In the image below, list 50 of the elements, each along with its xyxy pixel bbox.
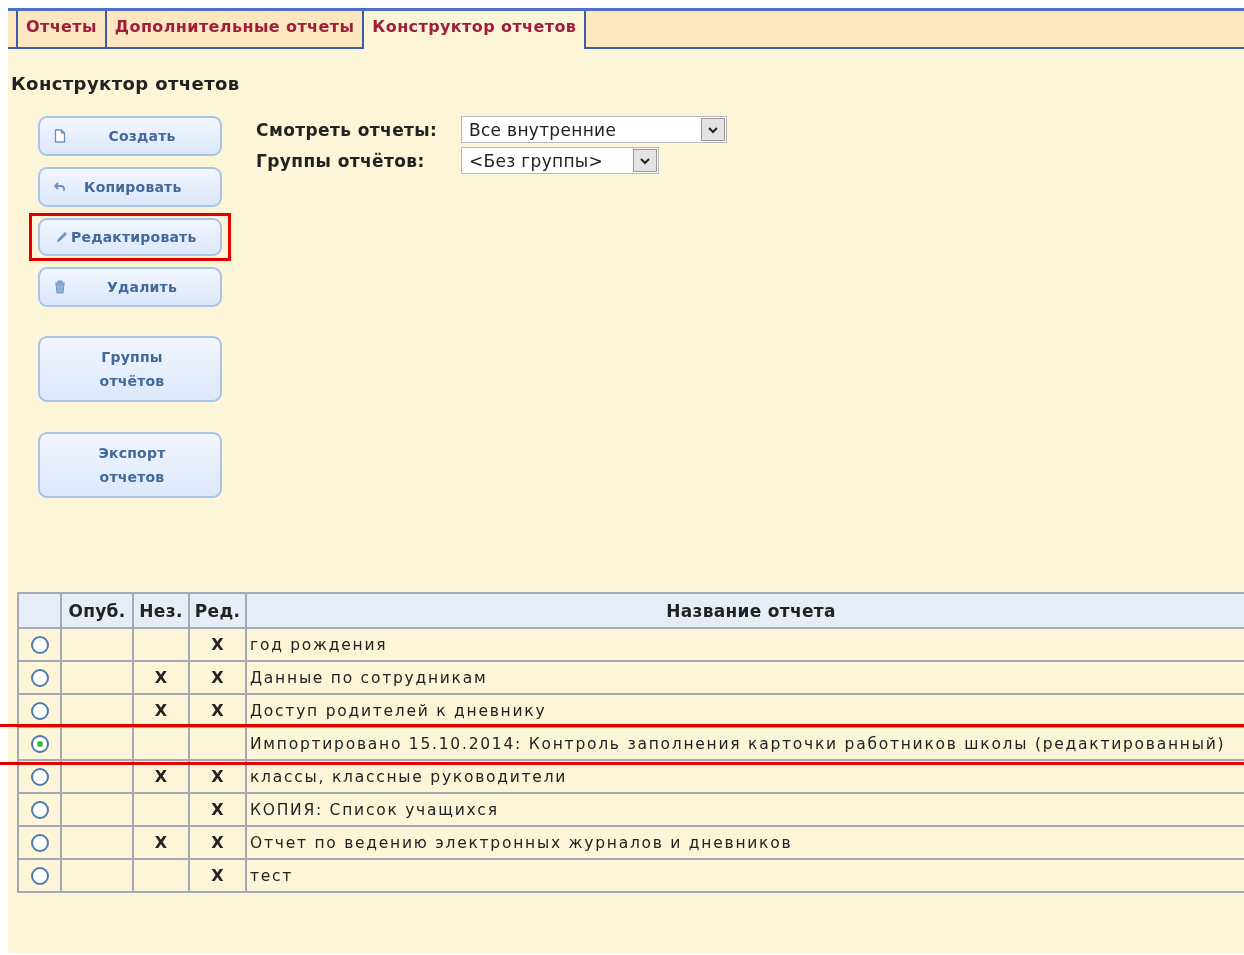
table-cell: X	[154, 833, 168, 852]
table-cell: Отчет по ведению электронных журналов и дневников	[250, 833, 793, 852]
radio-button[interactable]	[31, 701, 49, 720]
undo-icon	[54, 181, 66, 193]
chevron-down-icon	[708, 125, 718, 134]
chevron-down-icon	[640, 156, 650, 165]
toolbar-button[interactable]: Экспорт отчетов	[38, 432, 222, 498]
toolbar-button[interactable]: Создать	[38, 116, 222, 156]
radio-button[interactable]	[31, 800, 49, 819]
column-header: Название отчета	[246, 593, 1244, 628]
filter-label: Смотреть отчеты:	[256, 119, 439, 140]
table-cell: КОПИЯ: Список учащихся	[250, 800, 499, 819]
table-cell: X	[211, 767, 224, 786]
table-cell: Данные по сотрудникам	[250, 668, 488, 687]
column-header: Ред.	[189, 593, 246, 628]
tab[interactable]: Конструктор отчетов	[364, 11, 587, 49]
table-cell: классы, классные руководители	[250, 767, 568, 786]
pencil-icon	[56, 231, 68, 243]
toolbar-button[interactable]: Удалить	[38, 267, 222, 307]
radio-button[interactable]	[31, 833, 49, 852]
table-cell: X	[154, 767, 168, 786]
table-cell: X	[211, 701, 224, 720]
column-header: Опуб.	[61, 593, 133, 628]
table-cell: Импортировано 15.10.2014: Контроль заполнения карточки работников школы (редактированный)	[250, 734, 1226, 753]
table-cell: X	[211, 833, 224, 852]
table-cell: X	[154, 668, 168, 687]
toolbar-button[interactable]: Редактировать	[38, 218, 222, 256]
table-cell: X	[154, 701, 168, 720]
toolbar-button[interactable]: Копировать	[38, 167, 222, 207]
table-cell: год рождения	[250, 635, 388, 654]
toolbar-button[interactable]: Группы отчётов	[38, 336, 222, 402]
tab[interactable]: Отчеты	[16, 11, 107, 49]
dropdown[interactable]: <Без группы>	[461, 147, 659, 174]
filter-label: Группы отчётов:	[256, 150, 426, 171]
radio-button[interactable]	[31, 734, 49, 753]
table-cell: X	[211, 800, 224, 819]
trash-icon	[54, 280, 66, 294]
radio-button[interactable]	[31, 668, 49, 687]
dropdown[interactable]: Все внутренние	[461, 116, 727, 143]
table-cell: тест	[250, 866, 294, 885]
document-icon	[54, 129, 66, 143]
table-cell: X	[211, 866, 224, 885]
table-cell: X	[211, 635, 224, 654]
table-cell: X	[211, 668, 224, 687]
radio-button[interactable]	[31, 635, 49, 654]
column-header: Нез.	[133, 593, 189, 628]
page-heading: Конструктор отчетов	[10, 72, 241, 94]
radio-button[interactable]	[31, 866, 49, 885]
radio-button[interactable]	[31, 767, 49, 786]
table-cell: Доступ родителей к дневнику	[250, 701, 547, 720]
